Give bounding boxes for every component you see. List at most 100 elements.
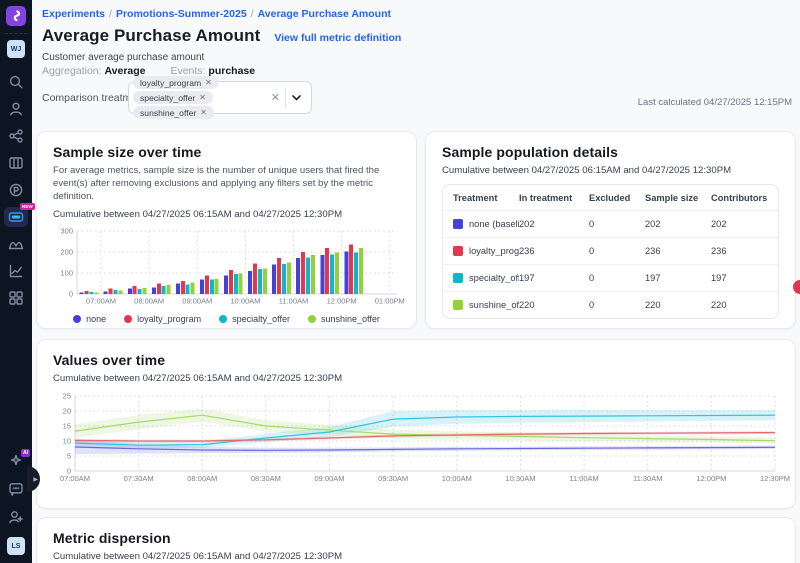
- values-chart: 051015202507:00AM07:30AM08:00AM08:30AM09…: [53, 390, 779, 488]
- user-avatar[interactable]: LS: [7, 537, 25, 555]
- col-treatment: Treatment: [453, 193, 519, 203]
- sidebar-divider: [5, 33, 27, 34]
- treatment-color-swatch: [453, 300, 463, 310]
- treatment-chip[interactable]: specialty_offer✕: [133, 91, 213, 104]
- treatment-color-swatch: [453, 246, 463, 256]
- legend-item: specialty_offer: [219, 314, 290, 324]
- users-icon[interactable]: [8, 101, 24, 117]
- sample-size-value: 202: [645, 219, 711, 229]
- breadcrumb-separator: /: [109, 8, 112, 20]
- breadcrumb-experiments[interactable]: Experiments: [42, 8, 105, 20]
- svg-text:08:30AM: 08:30AM: [251, 474, 281, 483]
- in-treatment-value: 197: [519, 273, 589, 283]
- view-metric-definition-link[interactable]: View full metric definition: [274, 32, 401, 44]
- remove-chip-icon[interactable]: ✕: [200, 108, 207, 117]
- svg-text:09:00AM: 09:00AM: [182, 296, 212, 305]
- svg-text:10: 10: [63, 437, 71, 446]
- sample-size-range: Cumulative between 04/27/2025 06:15AM an…: [53, 209, 400, 220]
- table-row: specialty_offer 197 0 197 197: [443, 264, 778, 291]
- legend-item: loyalty_program: [124, 314, 201, 324]
- svg-text:15: 15: [63, 422, 71, 431]
- treatment-name: loyalty_program: [469, 246, 519, 256]
- population-range: Cumulative between 04/27/2025 06:15AM an…: [442, 165, 779, 176]
- chevron-down-icon[interactable]: [286, 95, 307, 101]
- excluded-value: 0: [589, 219, 645, 229]
- pulse-icon[interactable]: [8, 182, 24, 198]
- svg-text:08:00AM: 08:00AM: [134, 296, 164, 305]
- svg-text:08:00AM: 08:00AM: [187, 474, 217, 483]
- treatment-color-swatch: [453, 273, 463, 283]
- feedback-tab[interactable]: [793, 280, 800, 294]
- metrics-chart-icon[interactable]: [8, 263, 24, 279]
- contributors-value: 220: [711, 300, 768, 310]
- svg-text:11:00AM: 11:00AM: [569, 474, 598, 483]
- new-badge: NEW: [20, 203, 35, 210]
- treatment-chip[interactable]: sunshine_offer✕: [133, 106, 214, 119]
- population-table-header: Treatment In treatment Excluded Sample s…: [443, 185, 778, 210]
- svg-text:20: 20: [63, 407, 71, 416]
- in-treatment-value: 220: [519, 300, 589, 310]
- values-over-time-card: Values over time Cumulative between 04/2…: [36, 339, 796, 509]
- col-sample-size: Sample size: [645, 193, 711, 203]
- dashboards-icon[interactable]: [8, 290, 24, 306]
- search-icon[interactable]: [8, 74, 24, 90]
- table-row: sunshine_offer 220 0 220 220: [443, 291, 778, 318]
- support-chat-icon[interactable]: [8, 481, 24, 497]
- in-treatment-value: 236: [519, 246, 589, 256]
- contributors-value: 197: [711, 273, 768, 283]
- aggregation-label: Aggregation:: [42, 65, 102, 77]
- treatment-name: specialty_offer: [469, 273, 519, 283]
- card-title: Metric dispersion: [53, 530, 779, 546]
- svg-text:12:00PM: 12:00PM: [696, 474, 726, 483]
- invite-user-icon[interactable]: [8, 509, 24, 525]
- columns-icon[interactable]: [8, 155, 24, 171]
- sample-population-card: Sample population details Cumulative bet…: [425, 131, 796, 329]
- legend-item: sunshine_offer: [308, 314, 380, 324]
- app-logo-icon[interactable]: [6, 6, 26, 26]
- breadcrumb-separator: /: [251, 8, 254, 20]
- population-table: Treatment In treatment Excluded Sample s…: [442, 184, 779, 319]
- svg-text:300: 300: [60, 226, 73, 235]
- svg-text:10:00AM: 10:00AM: [442, 474, 472, 483]
- remove-chip-icon[interactable]: ✕: [205, 78, 212, 87]
- card-title: Sample size over time: [53, 144, 400, 160]
- breadcrumb-experiment-name[interactable]: Promotions-Summer-2025: [116, 8, 247, 20]
- svg-text:12:30PM: 12:30PM: [760, 474, 790, 483]
- clear-all-icon[interactable]: ✕: [266, 91, 285, 104]
- comparison-treatments-select[interactable]: loyalty_program✕specialty_offer✕sunshine…: [128, 81, 312, 114]
- contributors-value: 236: [711, 246, 768, 256]
- excluded-value: 0: [589, 273, 645, 283]
- treatment-color-swatch: [453, 219, 463, 229]
- breadcrumb-metric-name[interactable]: Average Purchase Amount: [258, 8, 391, 20]
- svg-text:25: 25: [63, 392, 71, 401]
- svg-text:09:30AM: 09:30AM: [378, 474, 408, 483]
- svg-text:10:00AM: 10:00AM: [230, 296, 260, 305]
- svg-text:09:00AM: 09:00AM: [315, 474, 345, 483]
- sidebar-item-experiments-active[interactable]: NEW: [4, 207, 28, 227]
- treatment-name: none (baseline): [469, 219, 519, 229]
- legend-item: none: [73, 314, 106, 324]
- main-content: Experiments / Promotions-Summer-2025 / Avera…: [32, 0, 800, 563]
- svg-text:11:30AM: 11:30AM: [633, 474, 662, 483]
- treatment-chip[interactable]: loyalty_program✕: [133, 76, 219, 89]
- ai-assistant-icon[interactable]: AI: [8, 453, 24, 469]
- holdouts-icon[interactable]: [8, 236, 24, 252]
- sample-size-value: 197: [645, 273, 711, 283]
- remove-chip-icon[interactable]: ✕: [199, 93, 206, 102]
- svg-text:11:00AM: 11:00AM: [279, 296, 308, 305]
- table-row: loyalty_program 236 0 236 236: [443, 237, 778, 264]
- svg-text:100: 100: [60, 268, 73, 277]
- col-in-treatment: In treatment: [519, 193, 589, 203]
- svg-text:07:00AM: 07:00AM: [86, 296, 116, 305]
- last-calculated: Last calculated 04/27/2025 12:15PM: [638, 97, 792, 108]
- workspace-avatar[interactable]: WJ: [7, 40, 25, 58]
- sample-size-description: For average metrics, sample size is the …: [53, 164, 400, 204]
- sample-size-chart: 010020030007:00AM08:00AM09:00AM10:00AM11…: [53, 226, 402, 310]
- metric-dispersion-card: Metric dispersion Cumulative between 04/…: [36, 517, 796, 563]
- chart-legend: none loyalty_program specialty_offer sunshi…: [53, 314, 400, 324]
- table-row: none (baseline) 202 0 202 202: [443, 210, 778, 237]
- segments-icon[interactable]: [8, 128, 24, 144]
- svg-text:07:00AM: 07:00AM: [60, 474, 90, 483]
- treatment-chips: loyalty_program✕ specialty_offer✕ sunshine…: [133, 76, 266, 119]
- svg-text:01:00PM: 01:00PM: [375, 296, 405, 305]
